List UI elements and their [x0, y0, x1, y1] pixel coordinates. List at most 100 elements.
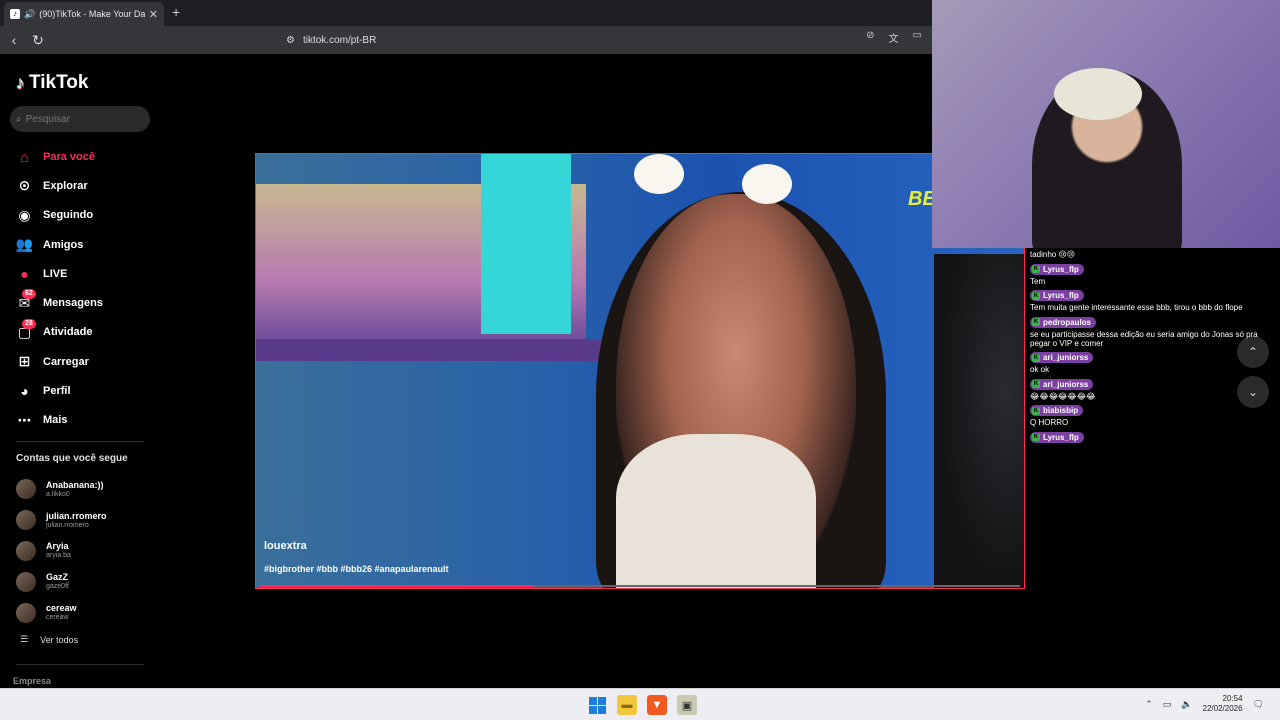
chat-username: Kpedropaulos: [1030, 316, 1097, 328]
video-scene-flower: [634, 154, 684, 194]
brave-browser-icon[interactable]: ▼: [647, 695, 667, 715]
search-input[interactable]: [25, 113, 136, 125]
avatar: [16, 510, 36, 531]
search-icon: ⌕: [16, 113, 22, 125]
close-tab-icon[interactable]: ✕: [149, 8, 158, 21]
following-section-title: Contas que você segue: [16, 453, 128, 464]
nav-label: Atividade: [43, 326, 93, 339]
video-progress-fill: [260, 585, 534, 587]
network-icon[interactable]: ▭: [1163, 699, 1172, 710]
account-name: Aryia: [46, 541, 69, 552]
nav-friends[interactable]: 👥 Amigos: [16, 230, 103, 259]
url-field[interactable]: ⚙ tiktok.com/pt-BR: [280, 30, 920, 50]
kick-badge-icon: K: [1032, 353, 1040, 362]
notification-icon[interactable]: 🗨: [1253, 699, 1264, 710]
nav-label: Para você: [43, 150, 95, 163]
search-bar[interactable]: ⌕: [10, 106, 150, 132]
tiktok-logo[interactable]: ♪ TikTok: [16, 72, 88, 94]
video-player[interactable]: BE louextra #bigbrother #bbb #bbb26 #ana…: [255, 153, 1025, 589]
taskbar-apps: ▬ ▼ ▣: [587, 695, 697, 715]
nav-label: Amigos: [43, 238, 84, 251]
nav-activity[interactable]: ▢ 28 Atividade: [16, 318, 103, 347]
following-account[interactable]: GazZ gaze0ff: [16, 566, 107, 597]
video-scene-flower: [742, 164, 792, 204]
clock-time: 20:54: [1222, 694, 1243, 703]
account-username: cereaw: [46, 614, 69, 622]
nav-following[interactable]: ◉ Seguindo: [16, 201, 103, 230]
following-list: Anabanana:)) a.likko0 julian.rromero jul…: [16, 474, 107, 628]
chat-text: ok ok: [1030, 365, 1050, 374]
no-tracking-icon[interactable]: ⊘: [866, 30, 874, 45]
chat-message: Kpedropaulos se eu participasse dessa ed…: [1030, 316, 1260, 348]
chat-username-text: pedropaulos: [1043, 317, 1092, 327]
nav-upload[interactable]: ⊞ Carregar: [16, 347, 103, 376]
following-account[interactable]: Aryia aryia.ba: [16, 536, 107, 567]
friends-icon: 👥: [15, 236, 34, 253]
sidebar-nav: ⌂ Para você ⊙ Explorar ◉ Seguindo 👥 Amig…: [16, 142, 103, 435]
compass-icon: ⊙: [18, 177, 31, 194]
start-button[interactable]: [587, 695, 607, 715]
nav-label: Perfil: [43, 385, 71, 398]
chat-message: tadinho 😢😢: [1030, 250, 1260, 259]
kick-badge-icon: K: [1032, 265, 1040, 273]
logo-text: TikTok: [29, 72, 89, 93]
activity-badge: 28: [22, 318, 36, 329]
browser-tab-bar: ♪ 🔊 (90)TikTok - Make Your Day ✕ +: [0, 0, 932, 26]
file-explorer-icon[interactable]: ▬: [617, 695, 637, 715]
new-tab-icon[interactable]: +: [172, 4, 180, 20]
account-username: a.likko0: [46, 490, 70, 498]
profile-icon: ◕: [20, 383, 29, 400]
video-scene-top: [616, 434, 816, 588]
account-name: Anabanana:)): [46, 479, 104, 490]
chat-username-text: ari_juniorss: [1043, 379, 1089, 389]
nav-for-you[interactable]: ⌂ Para você: [16, 142, 103, 171]
kick-badge-icon: K: [1032, 291, 1040, 300]
reload-icon[interactable]: ↻: [28, 30, 48, 50]
windows-logo-icon: [588, 696, 606, 714]
chat-text: Tem muita gente interessante esse bbb, t…: [1030, 303, 1243, 312]
account-name: GazZ: [46, 572, 69, 583]
chat-username-text: Lyrus_flp: [1043, 291, 1079, 300]
account-name: cereaw: [46, 603, 77, 614]
chevron-up-icon[interactable]: ⌃: [1145, 699, 1153, 710]
video-author[interactable]: louextra: [264, 540, 307, 552]
browser-tab[interactable]: ♪ 🔊 (90)TikTok - Make Your Day ✕: [4, 2, 164, 26]
nav-live[interactable]: ● LIVE: [16, 259, 103, 288]
chat-text: tadinho 😢😢: [1030, 250, 1076, 259]
clock[interactable]: 20:54 22/02/2026: [1203, 694, 1243, 714]
video-progress-bar[interactable]: [260, 585, 1020, 587]
chat-message: Kari_juniorss ok ok: [1030, 352, 1260, 374]
chat-username-text: ari_juniorss: [1043, 353, 1089, 362]
footer-company-link[interactable]: Empresa: [13, 676, 51, 686]
chat-username-text: biabisbip: [1043, 406, 1079, 415]
chat-message: Kari_juniorss 😂😂😂😂😂😂😂: [1030, 378, 1260, 401]
video-scene-shadow: [934, 254, 1024, 588]
kick-badge-icon: K: [1032, 380, 1040, 388]
chat-text: Tem: [1030, 276, 1046, 286]
volume-icon[interactable]: 🔈: [1181, 699, 1192, 710]
account-username: julian.rromero: [46, 521, 89, 529]
nav-more[interactable]: ⋯ Mais: [16, 406, 103, 435]
nav-explore[interactable]: ⊙ Explorar: [16, 171, 103, 200]
nav-profile[interactable]: ◕ Perfil: [16, 376, 103, 405]
divider: [16, 664, 144, 665]
tab-title: (90)TikTok - Make Your Day: [39, 9, 145, 19]
tiktok-favicon-icon: ♪: [10, 9, 20, 19]
see-all-button[interactable]: ☰ Ver todos: [20, 634, 78, 645]
chat-text: Q HORRO: [1030, 418, 1069, 427]
kick-badge-icon: K: [1032, 318, 1040, 326]
video-hashtags[interactable]: #bigbrother #bbb #bbb26 #anapaularenault: [264, 564, 449, 574]
back-icon[interactable]: ‹: [4, 30, 24, 50]
nav-messages[interactable]: ✉ 62 Mensagens: [16, 288, 103, 317]
following-account[interactable]: julian.rromero julian.rromero: [16, 505, 107, 536]
chat-username: Kbiabisbip: [1030, 405, 1084, 416]
translate-icon[interactable]: 文: [889, 30, 899, 45]
taskbar: ▬ ▼ ▣ ⌃ ▭ 🔈 20:54 22/02/2026 🗨: [0, 688, 1280, 720]
cast-icon[interactable]: ▭: [913, 30, 922, 45]
following-account[interactable]: cereaw cereaw: [16, 597, 107, 628]
nav-label: Mensagens: [43, 297, 103, 310]
following-account[interactable]: Anabanana:)) a.likko0: [16, 474, 107, 505]
site-info-icon[interactable]: ⚙: [286, 35, 295, 46]
app-icon[interactable]: ▣: [677, 695, 697, 715]
account-username: gaze0ff: [46, 583, 69, 591]
